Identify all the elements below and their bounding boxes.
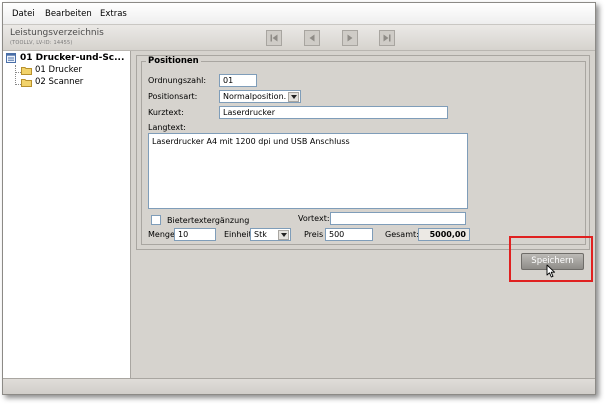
nav-previous-button[interactable] bbox=[304, 30, 320, 46]
positions-fieldset: Positionen Ordnungszahl: 01 Positionsart… bbox=[141, 56, 586, 245]
page-subtitle: (TOOLLV, LV-ID: 14455) bbox=[10, 40, 73, 46]
menu-extras[interactable]: Extras bbox=[100, 9, 127, 19]
menge-label: Menge bbox=[148, 230, 175, 239]
bietertext-checkbox[interactable] bbox=[151, 215, 161, 225]
folder-icon bbox=[21, 66, 32, 75]
vortext-input[interactable] bbox=[330, 212, 466, 225]
positions-panel: Positionen Ordnungszahl: 01 Positionsart… bbox=[136, 55, 590, 250]
next-icon bbox=[347, 34, 353, 42]
first-icon bbox=[270, 34, 278, 42]
preis-label: Preis bbox=[304, 230, 324, 239]
bietertext-label: Bietertextergänzung bbox=[167, 216, 250, 225]
positionsart-label: Positionsart: bbox=[148, 92, 198, 101]
last-icon bbox=[383, 34, 391, 42]
header: Leistungsverzeichnis (TOOLLV, LV-ID: 144… bbox=[3, 25, 595, 51]
menu-bar: Datei Bearbeiten Extras bbox=[3, 3, 595, 25]
tree-item-scanner[interactable]: 02 Scanner bbox=[21, 77, 83, 87]
gesamt-label: Gesamt: bbox=[385, 230, 419, 239]
positionsart-select[interactable]: Normalposition. bbox=[219, 90, 301, 103]
tree-item-label: 01 Drucker bbox=[35, 65, 82, 75]
chevron-down-icon[interactable] bbox=[288, 92, 299, 102]
tree-item-label: 02 Scanner bbox=[35, 77, 84, 87]
einheit-select[interactable]: Stk bbox=[250, 228, 291, 241]
gesamt-value: 5000,00 bbox=[418, 228, 470, 241]
tree-guide bbox=[15, 65, 16, 85]
fieldset-legend: Positionen bbox=[146, 56, 201, 66]
cursor-icon bbox=[546, 264, 556, 278]
nav-last-button[interactable] bbox=[379, 30, 395, 46]
vortext-label: Vortext: bbox=[298, 214, 330, 223]
tree-root-label: 01 Drucker-und-Sc... bbox=[20, 53, 125, 63]
tree-root[interactable]: 01 Drucker-und-Sc... bbox=[6, 53, 124, 63]
page-title: Leistungsverzeichnis bbox=[10, 28, 104, 38]
einheit-value: Stk bbox=[254, 230, 267, 239]
previous-icon bbox=[309, 34, 315, 42]
menge-input[interactable]: 10 bbox=[174, 228, 216, 241]
status-bar bbox=[3, 378, 595, 394]
positionsart-value: Normalposition. bbox=[223, 92, 287, 101]
einheit-label: Einheit bbox=[224, 230, 252, 239]
kurztext-input[interactable]: Laserdrucker bbox=[219, 106, 448, 119]
nav-next-button[interactable] bbox=[342, 30, 358, 46]
app-window: Datei Bearbeiten Extras Leistungsverzeic… bbox=[2, 2, 596, 395]
list-icon bbox=[6, 53, 16, 63]
folder-icon bbox=[21, 78, 32, 87]
ordnungszahl-label: Ordnungszahl: bbox=[148, 76, 207, 85]
tree-item-drucker[interactable]: 01 Drucker bbox=[21, 65, 82, 75]
preis-input[interactable]: 500 bbox=[325, 228, 373, 241]
langtext-textarea[interactable]: Laserdrucker A4 mit 1200 dpi und USB Ans… bbox=[148, 133, 468, 209]
nav-first-button[interactable] bbox=[266, 30, 282, 46]
kurztext-label: Kurztext: bbox=[148, 108, 184, 117]
chevron-down-icon[interactable] bbox=[278, 230, 289, 240]
tree-panel: 01 Drucker-und-Sc... bbox=[3, 51, 131, 378]
menu-datei[interactable]: Datei bbox=[12, 9, 35, 19]
menu-bearbeiten[interactable]: Bearbeiten bbox=[45, 9, 92, 19]
ordnungszahl-input[interactable]: 01 bbox=[219, 74, 257, 87]
langtext-label: Langtext: bbox=[148, 123, 186, 132]
